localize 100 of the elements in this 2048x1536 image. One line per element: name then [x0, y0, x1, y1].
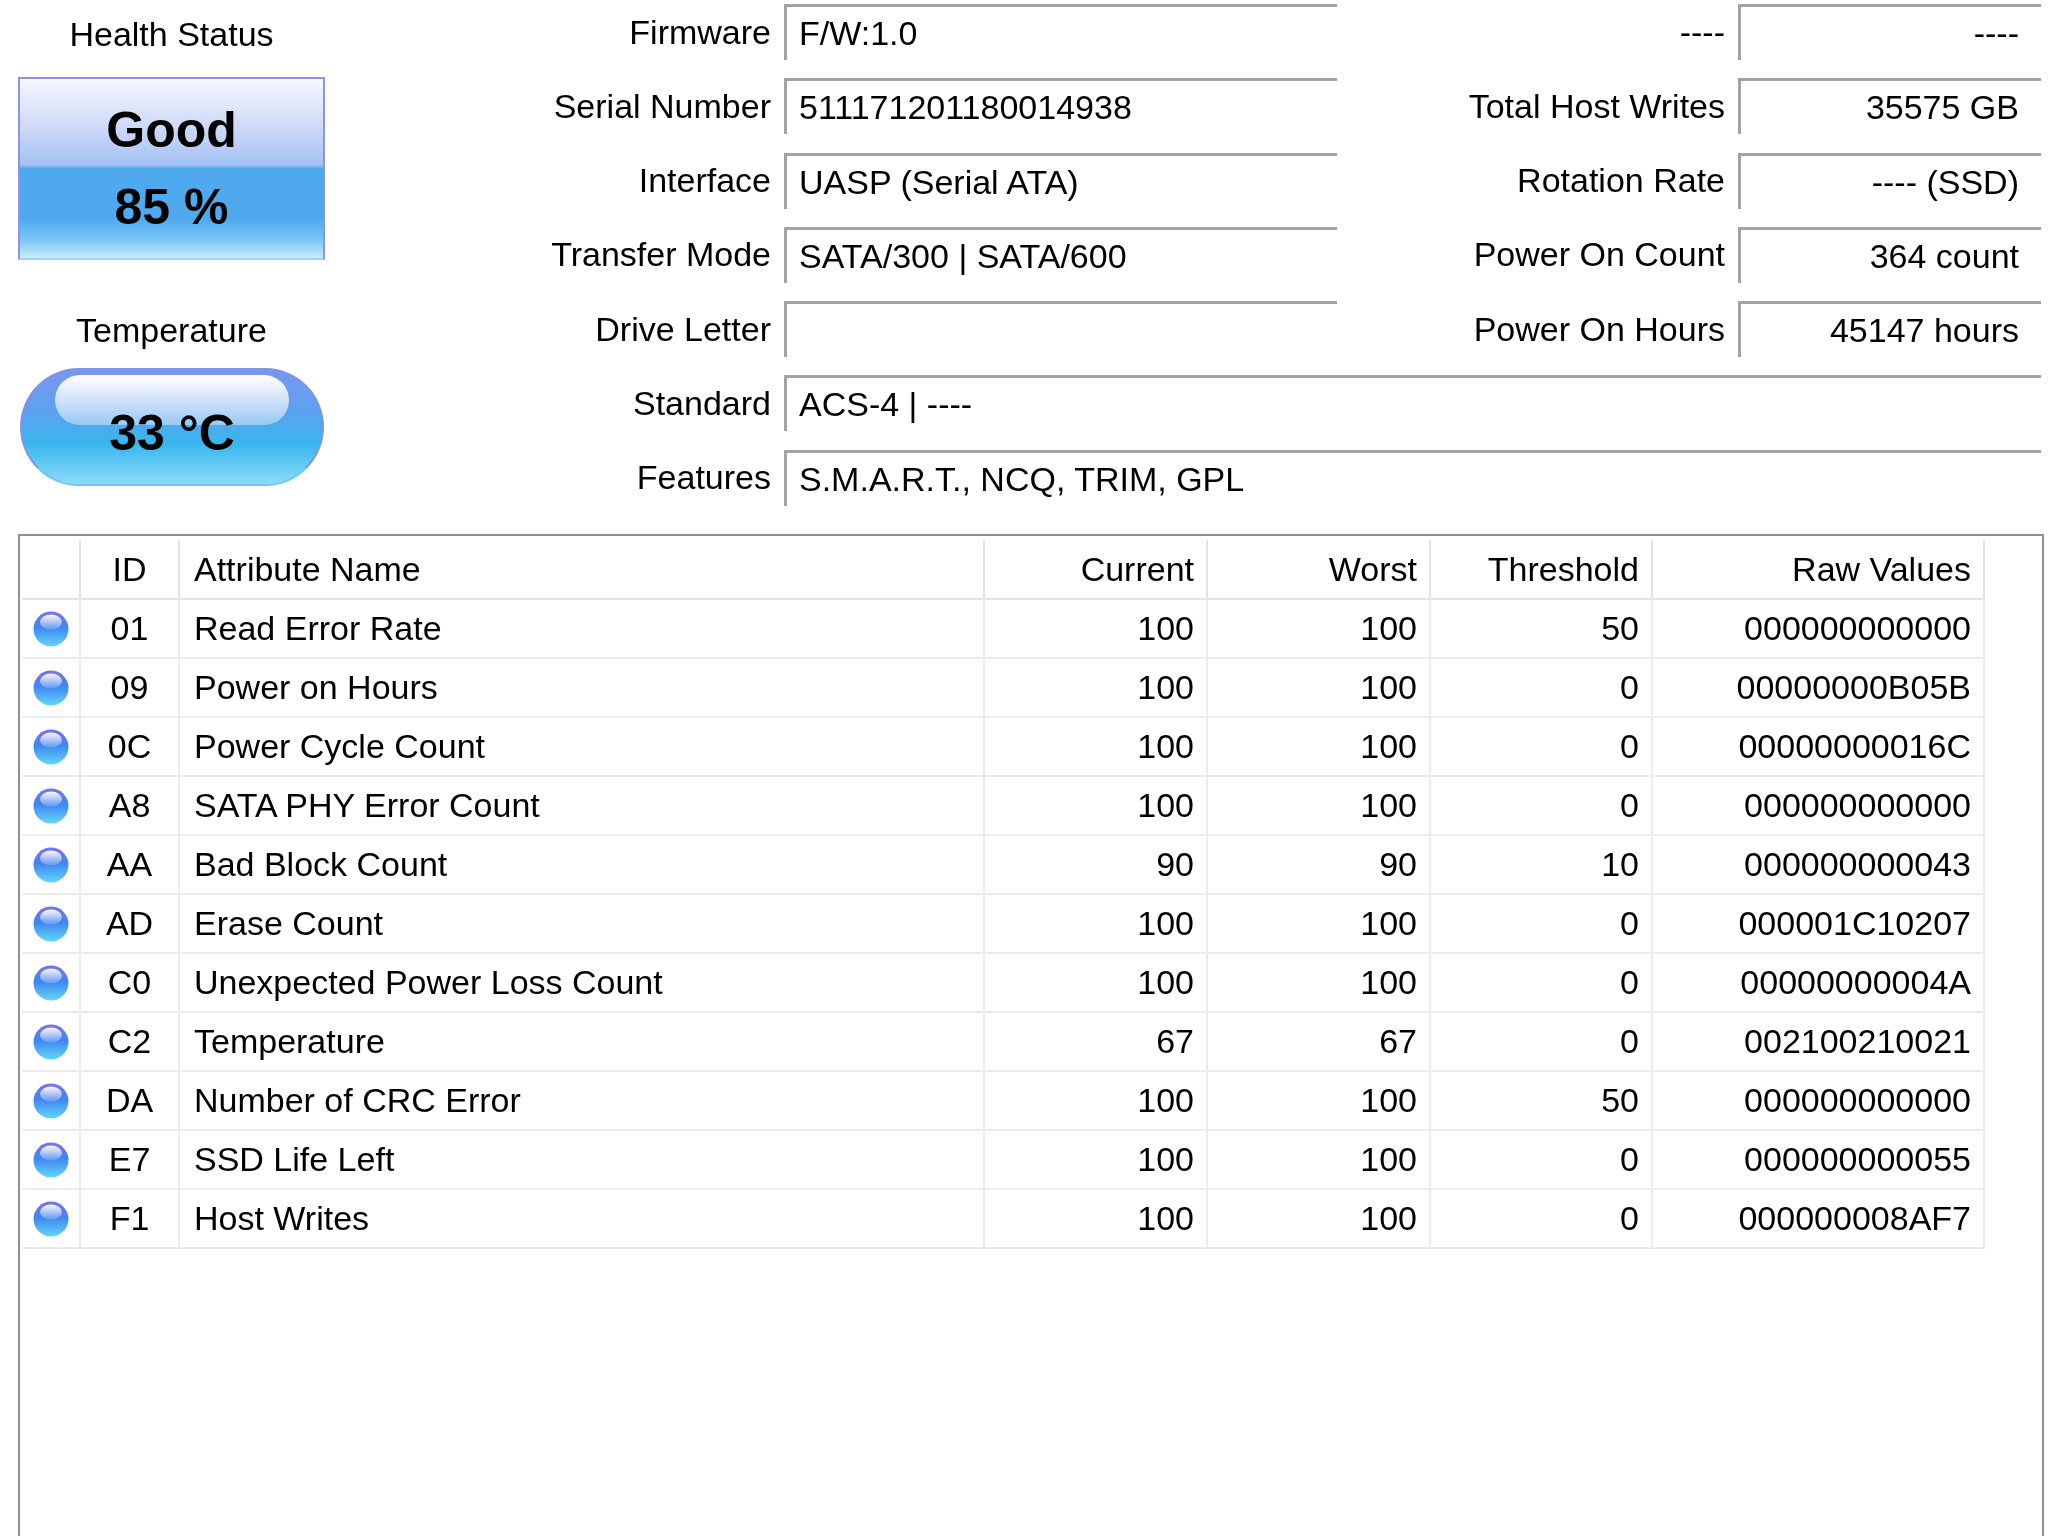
table-cell: 100	[985, 1072, 1208, 1132]
field-label: Interface	[637, 160, 772, 202]
table-cell: 90	[1208, 836, 1431, 896]
table-cell: 100	[1208, 777, 1431, 837]
health-status-label: Health Status	[68, 14, 275, 54]
table-cell: 000000000000	[1653, 600, 1985, 660]
table-cell: 000000008AF7	[1653, 1190, 1985, 1250]
value-field: S.M.A.R.T., NCQ, TRIM, GPL	[784, 449, 2041, 506]
table-cell: 0	[1431, 954, 1653, 1014]
table-cell: 10	[1431, 836, 1653, 896]
table-cell: Unexpected Power Loss Count	[180, 954, 985, 1014]
field-label: Drive Letter	[594, 308, 772, 350]
table-cell: 100	[985, 777, 1208, 837]
table-cell: Power Cycle Count	[180, 718, 985, 778]
table-cell: 0	[1431, 1131, 1653, 1191]
table-cell: 00000000016C	[1653, 718, 1985, 778]
status-dot-icon	[32, 1082, 69, 1119]
table-cell: Temperature	[180, 1013, 985, 1073]
table-cell: 0	[1431, 718, 1653, 778]
status-dot-icon	[32, 728, 69, 765]
table-cell: 100	[985, 600, 1208, 660]
value-field: SATA/300 | SATA/600	[784, 226, 1337, 283]
field-label: Features	[635, 457, 772, 499]
value-field: 45147 hours	[1738, 301, 2041, 358]
field-label: Total Host Writes	[1467, 85, 1726, 127]
status-dot-icon	[32, 1023, 69, 1060]
table-cell: 100	[985, 1190, 1208, 1250]
table-cell: 100	[985, 954, 1208, 1014]
table-cell: 67	[1208, 1013, 1431, 1073]
column-header: Current	[985, 540, 1208, 601]
status-dot-icon	[32, 610, 69, 647]
table-cell: 09	[81, 659, 180, 719]
status-dot-icon	[32, 1141, 69, 1178]
table-cell: AA	[81, 836, 180, 896]
table-cell: 67	[985, 1013, 1208, 1073]
table-cell: A8	[81, 777, 180, 837]
table-cell: 100	[985, 659, 1208, 719]
column-header: ID	[81, 540, 180, 601]
table-cell: 0	[1431, 1013, 1653, 1073]
table-cell: 01	[81, 600, 180, 660]
field-label: Standard	[632, 383, 772, 424]
table-cell: DA	[81, 1072, 180, 1132]
value-field: UASP (Serial ATA)	[784, 152, 1337, 209]
table-cell: Erase Count	[180, 895, 985, 955]
column-header: Threshold	[1431, 540, 1653, 601]
table-cell: Read Error Rate	[180, 600, 985, 660]
status-dot-icon	[32, 846, 69, 883]
temperature-label: Temperature	[75, 310, 268, 350]
table-cell: 0	[1431, 659, 1653, 719]
table-cell: 100	[985, 718, 1208, 778]
table-cell: 100	[985, 1131, 1208, 1191]
table-cell: 0	[1431, 895, 1653, 955]
value-field: 511171201180014938	[784, 78, 1337, 135]
table-cell: SATA PHY Error Count	[180, 777, 985, 837]
table-cell: 0C	[81, 718, 180, 778]
table-cell: Bad Block Count	[180, 836, 985, 896]
table-cell: 000001C10207	[1653, 895, 1985, 955]
column-header: Attribute Name	[180, 540, 985, 601]
table-cell: 002100210021	[1653, 1013, 1985, 1073]
value-field: 364 count	[1738, 226, 2041, 283]
table-cell: F1	[81, 1190, 180, 1250]
table-cell: 000000000000	[1653, 1072, 1985, 1132]
temperature-button[interactable]: 33 °C	[20, 368, 324, 486]
field-label: Firmware	[628, 11, 772, 53]
value-field: ---- (SSD)	[1738, 152, 2041, 209]
health-status-button[interactable]: Good 85 %	[18, 77, 325, 260]
table-cell: SSD Life Left	[180, 1131, 985, 1191]
table-cell: 000000000000	[1653, 777, 1985, 837]
table-cell: AD	[81, 895, 180, 955]
table-cell: 0	[1431, 777, 1653, 837]
table-cell: 100	[1208, 718, 1431, 778]
table-cell: 90	[985, 836, 1208, 896]
table-cell: 100	[985, 895, 1208, 955]
table-cell: 0	[1431, 1190, 1653, 1250]
table-cell: 100	[1208, 1072, 1431, 1132]
field-label: ----	[1678, 11, 1726, 53]
table-cell: C0	[81, 954, 180, 1014]
table-cell: Number of CRC Error	[180, 1072, 985, 1132]
table-cell: 100	[1208, 1190, 1431, 1250]
value-field: ----	[1738, 4, 2041, 60]
field-label: Power On Hours	[1472, 308, 1726, 350]
field-label: Rotation Rate	[1516, 160, 1726, 202]
table-cell: C2	[81, 1013, 180, 1073]
field-label: Power On Count	[1472, 234, 1726, 276]
status-dot-icon	[32, 669, 69, 706]
status-dot-icon	[32, 964, 69, 1001]
table-cell: 100	[1208, 600, 1431, 660]
status-dot-icon	[32, 905, 69, 942]
table-cell: Host Writes	[180, 1190, 985, 1250]
field-label: Transfer Mode	[550, 234, 772, 276]
column-header: Raw Values	[1653, 540, 1985, 601]
table-cell: 100	[1208, 954, 1431, 1014]
table-cell: 00000000004A	[1653, 954, 1985, 1014]
table-cell: 100	[1208, 1131, 1431, 1191]
value-field: F/W:1.0	[784, 4, 1337, 60]
table-cell: 000000000055	[1653, 1131, 1985, 1191]
table-cell: 50	[1431, 600, 1653, 660]
column-header: Worst	[1208, 540, 1431, 601]
value-field: 35575 GB	[1738, 78, 2041, 135]
table-cell: 00000000B05B	[1653, 659, 1985, 719]
